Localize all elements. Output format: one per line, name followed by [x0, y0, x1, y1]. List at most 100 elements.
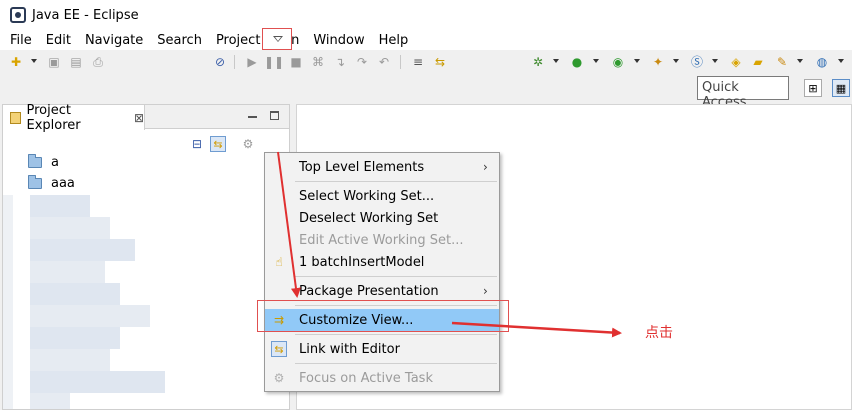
close-icon[interactable]: ⊠	[134, 111, 144, 125]
resume-icon[interactable]: ▶	[244, 54, 260, 70]
eclipse-icon	[10, 7, 26, 23]
external-tools-icon[interactable]: ◉	[610, 54, 626, 70]
tree-item[interactable]: aaa	[28, 174, 75, 192]
menu-project[interactable]: Project	[209, 33, 267, 48]
run-dropdown-icon[interactable]	[593, 59, 599, 63]
suspend-icon[interactable]: ❚❚	[264, 54, 284, 70]
search-dropdown-icon[interactable]	[797, 59, 803, 63]
menu-item-label: Top Level Elements	[299, 159, 425, 175]
focus-task-icon: ⚙	[273, 371, 285, 385]
menu-window[interactable]: Window	[306, 33, 371, 48]
debug-dropdown-icon[interactable]	[553, 59, 559, 63]
view-tab-bar: Project Explorer ⊠	[3, 102, 289, 133]
step-return-icon[interactable]: ↶	[376, 54, 392, 70]
menu-item-label: 1 batchInsertModel	[299, 254, 425, 270]
menu-separator	[295, 363, 497, 364]
working-set-icon: ☝	[275, 255, 283, 269]
disconnect-icon[interactable]: ⌘	[310, 54, 326, 70]
menu-help[interactable]: Help	[372, 33, 416, 48]
menu-item-link-with-editor[interactable]: ⇆ Link with Editor	[265, 338, 499, 360]
blurred-tree-rows	[30, 327, 120, 349]
debug-icon[interactable]: ✲	[530, 54, 546, 70]
project-folder-icon	[28, 174, 42, 189]
toolbar-separator	[234, 55, 235, 69]
menu-item-edit-active-working-set: Edit Active Working Set...	[265, 229, 499, 251]
window-title: Java EE - Eclipse	[32, 7, 139, 23]
view-menu-button[interactable]	[262, 28, 292, 50]
collapse-all-icon[interactable]: ⊟	[188, 135, 206, 153]
open-folder-icon[interactable]: ▰	[750, 54, 766, 70]
blurred-tree-rows	[30, 349, 110, 371]
maximize-icon[interactable]	[268, 109, 280, 121]
tab-label: Project Explorer	[26, 102, 81, 133]
menu-item-top-level-elements[interactable]: Top Level Elements ›	[265, 156, 499, 178]
annotation-label: 点击	[645, 325, 673, 341]
blurred-tree-rows	[30, 305, 150, 327]
step-into-icon[interactable]: ↴	[332, 54, 348, 70]
save-icon[interactable]: ▣	[46, 54, 62, 70]
new-icon[interactable]: ✚	[8, 54, 24, 70]
search-pin-icon[interactable]: ✎	[774, 54, 790, 70]
focus-task-toolbar-icon[interactable]: ⚙	[239, 135, 257, 153]
project-explorer-view: Project Explorer ⊠ ⊟ ⇆ ⚙ a aaa	[2, 102, 290, 410]
blurred-tree-rows	[30, 239, 135, 261]
new-java-class-icon[interactable]: Ⓢ	[689, 54, 705, 70]
java-ee-perspective-icon[interactable]: ▦	[832, 79, 850, 97]
link-editor-toggle-icon[interactable]: ⇆	[209, 135, 227, 153]
terminate-icon[interactable]: ■	[288, 54, 304, 70]
menu-item-label: Link with Editor	[299, 341, 400, 357]
blurred-tree-rows	[30, 195, 90, 217]
submenu-arrow-icon: ›	[483, 160, 488, 174]
menu-separator	[295, 334, 497, 335]
new-server-icon[interactable]: ✦	[650, 54, 666, 70]
menu-file[interactable]: File	[0, 33, 39, 48]
menu-bar: File Edit Navigate Search Project Run Wi…	[0, 30, 852, 50]
blurred-tree-rows	[30, 371, 165, 393]
globe-icon[interactable]: ◍	[814, 54, 830, 70]
tab-project-explorer[interactable]: Project Explorer ⊠	[3, 102, 145, 133]
skip-breakpoints-icon[interactable]: ⊘	[212, 54, 228, 70]
blurred-tree-rows	[30, 283, 120, 305]
open-type-icon[interactable]: ◈	[728, 54, 744, 70]
menu-item-deselect-working-set[interactable]: Deselect Working Set	[265, 207, 499, 229]
new-java-class-dropdown-icon[interactable]	[712, 59, 718, 63]
menu-separator	[295, 276, 497, 277]
menu-item-batch-insert-model[interactable]: ☝ 1 batchInsertModel	[265, 251, 499, 273]
menu-item-label: Focus on Active Task	[299, 370, 433, 386]
quick-access-field[interactable]: Quick Access	[697, 76, 789, 110]
menu-item-package-presentation[interactable]: Package Presentation ›	[265, 280, 499, 302]
menu-item-label: Deselect Working Set	[299, 210, 439, 226]
view-menu-icon	[273, 36, 283, 42]
step-over-icon[interactable]: ↷	[354, 54, 370, 70]
title-bar: Java EE - Eclipse	[0, 0, 852, 30]
run-icon[interactable]: ●	[569, 54, 585, 70]
save-all-icon[interactable]: ▤	[68, 54, 84, 70]
globe-dropdown-icon[interactable]	[838, 59, 844, 63]
menu-separator	[295, 181, 497, 182]
menu-item-label: Package Presentation	[299, 283, 439, 299]
external-tools-dropdown-icon[interactable]	[634, 59, 640, 63]
main-toolbar: ✚ ▣ ▤ ⎙ ⊘ ▶ ❚❚ ■ ⌘ ↴ ↷ ↶ ≡ ⇆ ✲ ● ◉ ✦ Ⓢ ◈…	[0, 50, 852, 74]
annotation-highlight-box	[257, 300, 509, 332]
tree-item[interactable]: a	[28, 153, 59, 171]
link-with-editor-icon: ⇆	[271, 341, 287, 357]
use-step-filters-icon[interactable]: ≡	[410, 54, 426, 70]
blurred-tree-rows	[30, 217, 110, 239]
submenu-arrow-icon: ›	[483, 284, 488, 298]
blurred-tree-rows	[30, 393, 70, 409]
new-server-dropdown-icon[interactable]	[673, 59, 679, 63]
menu-item-select-working-set[interactable]: Select Working Set...	[265, 185, 499, 207]
minimize-icon[interactable]	[246, 109, 258, 121]
menu-item-focus-on-active-task: ⚙ Focus on Active Task	[265, 367, 499, 389]
toolbar-separator	[400, 55, 401, 69]
print-icon[interactable]: ⎙	[90, 54, 106, 70]
tree-item-label: a	[51, 154, 59, 170]
new-dropdown-icon[interactable]	[31, 59, 37, 63]
project-folder-icon	[28, 153, 42, 168]
menu-item-label: Edit Active Working Set...	[299, 232, 464, 248]
menu-navigate[interactable]: Navigate	[78, 33, 150, 48]
menu-edit[interactable]: Edit	[39, 33, 78, 48]
menu-search[interactable]: Search	[150, 33, 209, 48]
drop-to-frame-icon[interactable]: ⇆	[432, 54, 448, 70]
open-perspective-icon[interactable]: ⊞	[804, 79, 822, 97]
